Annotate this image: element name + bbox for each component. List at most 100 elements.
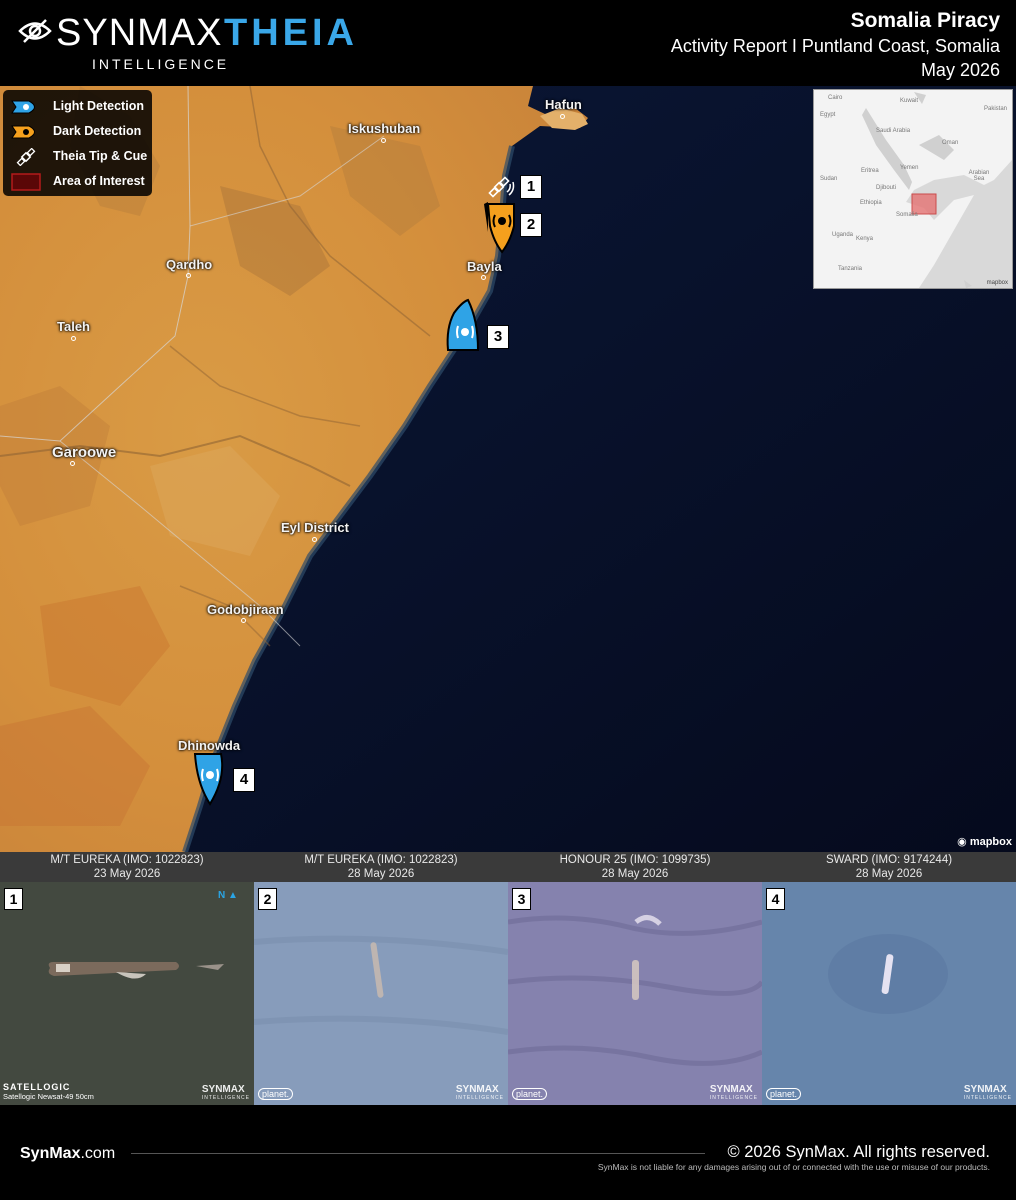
panel-2[interactable]: M/T EUREKA (IMO: 1022823) 28 May 2026 2 … <box>254 852 508 1105</box>
inset-attribution: mapbox <box>986 280 1008 286</box>
panel-1[interactable]: M/T EUREKA (IMO: 1022823) 23 May 2026 N … <box>0 852 254 1105</box>
report-subtitle: Activity Report I Puntland Coast, Somali… <box>670 36 1000 56</box>
panel-date: 28 May 2026 <box>855 868 923 880</box>
wm-main: SYNMAX <box>455 1084 499 1095</box>
legend-label: Dark Detection <box>53 124 142 138</box>
place-qardho: Qardho <box>166 257 213 272</box>
footer-divider <box>131 1153 705 1154</box>
panel-caption: M/T EUREKA (IMO: 1022823) 28 May 2026 <box>254 852 508 883</box>
marker-3-light-detection-icon[interactable] <box>444 298 482 356</box>
wm-sub: INTELLIGENCE <box>455 1095 504 1101</box>
site-bold: SynMax <box>20 1145 81 1162</box>
footer: SynMax.com © 2026 SynMax. All rights res… <box>0 1105 1016 1200</box>
place-iskushuban: Iskushuban <box>348 121 421 136</box>
panel-vessel: M/T EUREKA (IMO: 1022823) <box>304 854 458 866</box>
place-dot <box>381 138 386 143</box>
wm-sub: INTELLIGENCE <box>963 1095 1012 1101</box>
synmax-watermark: SYNMAX INTELLIGENCE <box>202 1084 250 1101</box>
imagery-panels: M/T EUREKA (IMO: 1022823) 23 May 2026 N … <box>0 852 1016 1105</box>
inset-label: Arabian Sea <box>968 170 990 182</box>
inset-label: Oman <box>942 140 959 146</box>
marker-1-label: 1 <box>520 175 542 199</box>
marker-3-label: 3 <box>487 325 509 349</box>
marker-4-label: 4 <box>233 768 255 792</box>
mapbox-label: mapbox <box>969 836 1012 848</box>
inset-label: Kenya <box>856 236 874 242</box>
place-eyl-district: Eyl District <box>281 520 349 535</box>
synmax-watermark: SYNMAX INTELLIGENCE <box>456 1084 504 1101</box>
place-dot <box>481 275 486 280</box>
eye-logo-icon <box>18 19 52 43</box>
panel-number: 2 <box>258 888 277 910</box>
panel-4-image <box>762 882 1016 1105</box>
inset-map-graphic <box>814 90 1012 288</box>
report-date: May 2026 <box>920 60 1000 80</box>
legend-light-detection: Light Detection <box>9 96 149 118</box>
synmax-watermark: SYNMAX INTELLIGENCE <box>964 1084 1012 1101</box>
legend-label: Light Detection <box>53 99 144 113</box>
inset-label: Somalia <box>896 212 918 218</box>
wm-main: SYNMAX <box>963 1084 1007 1095</box>
inset-label: Yemen <box>900 165 919 171</box>
place-bayla: Bayla <box>467 259 502 274</box>
inset-label: Sudan <box>820 176 838 182</box>
mapbox-attribution[interactable]: ◉ mapbox <box>957 835 1012 848</box>
wm-sub: INTELLIGENCE <box>201 1095 250 1101</box>
panel-number: 3 <box>512 888 531 910</box>
panel-vessel: HONOUR 25 (IMO: 1099735) <box>559 854 711 866</box>
place-dot <box>312 537 317 542</box>
inset-label: Saudi Arabia <box>876 128 911 134</box>
place-dot <box>560 114 565 119</box>
site-rest: .com <box>80 1145 116 1162</box>
inset-label: Tanzania <box>838 266 863 272</box>
place-godobjiraan: Godobjiraan <box>207 602 284 617</box>
legend-area-of-interest: Area of Interest <box>9 171 149 193</box>
place-dot <box>186 273 191 278</box>
planet-logo: planet. <box>766 1088 802 1100</box>
svg-text:N ▲: N ▲ <box>218 890 238 901</box>
inset-label: Kuwait <box>900 98 919 104</box>
place-hafun: Hafun <box>545 97 582 112</box>
brand-accent: THEIA <box>224 12 358 54</box>
report-title: Somalia Piracy <box>850 9 1000 32</box>
header: SYNMAX THEIA INTELLIGENCE Somalia Piracy… <box>0 0 1016 86</box>
panel-4[interactable]: SWARD (IMO: 9174244) 28 May 2026 4 plane… <box>762 852 1016 1105</box>
inset-label: Uganda <box>832 232 854 238</box>
legend-tip-cue: Theia Tip & Cue <box>9 146 149 168</box>
panel-source: SATELLOGIC Satellogic Newsat-49 50cm <box>3 1082 94 1102</box>
marker-2-label: 2 <box>520 213 542 237</box>
marker-1-satellite-icon[interactable] <box>485 174 517 200</box>
panel-1-image: N ▲ <box>0 882 254 1105</box>
satellite-icon <box>16 148 36 166</box>
dark-detection-icon <box>11 125 35 139</box>
panel-number: 4 <box>766 888 785 910</box>
place-dot <box>241 618 246 623</box>
panel-caption: HONOUR 25 (IMO: 1099735) 28 May 2026 <box>508 852 762 883</box>
synmax-watermark: SYNMAX INTELLIGENCE <box>710 1084 758 1101</box>
panel-vessel: M/T EUREKA (IMO: 1022823) <box>50 854 204 866</box>
place-dot <box>71 336 76 341</box>
inset-label: Cairo <box>828 95 843 101</box>
planet-logo: planet. <box>258 1088 294 1100</box>
marker-2-dark-detection-icon[interactable] <box>482 202 518 254</box>
source-detail: Satellogic Newsat-49 50cm <box>3 1092 94 1101</box>
area-of-interest-icon <box>11 173 41 191</box>
inset-label: Ethiopia <box>860 200 882 206</box>
map[interactable]: Light Detection Dark Detection Theia Tip… <box>0 86 1016 852</box>
panel-date: 28 May 2026 <box>347 868 415 880</box>
brand-sub: INTELLIGENCE <box>92 56 230 72</box>
panel-3[interactable]: HONOUR 25 (IMO: 1099735) 28 May 2026 3 p… <box>508 852 762 1105</box>
report-heading: Somalia Piracy Activity Report I Puntlan… <box>671 8 1000 82</box>
panel-date: 23 May 2026 <box>93 868 161 880</box>
inset-label: Pakistan <box>984 106 1008 112</box>
map-legend: Light Detection Dark Detection Theia Tip… <box>3 90 152 196</box>
marker-4-light-detection-icon[interactable] <box>193 750 227 808</box>
inset-label: Djibouti <box>876 185 897 191</box>
panel-2-image <box>254 882 508 1105</box>
legend-label: Theia Tip & Cue <box>53 149 148 163</box>
brand-main: SYNMAX <box>56 12 223 54</box>
inset-map: Cairo Egypt Kuwait Pakistan Saudi Arabia… <box>813 89 1013 289</box>
inset-label: Egypt <box>820 112 836 118</box>
site-link[interactable]: SynMax.com <box>20 1145 115 1163</box>
panel-date: 28 May 2026 <box>601 868 669 880</box>
